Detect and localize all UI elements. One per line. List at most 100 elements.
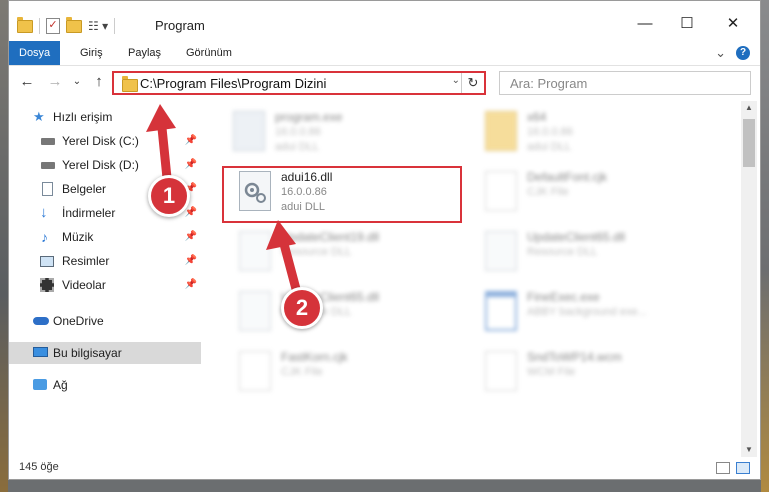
sidebar-item-disk-d[interactable]: Yerel Disk (D:) 📌 bbox=[9, 154, 201, 176]
pin-icon[interactable]: 📌 bbox=[185, 226, 197, 248]
up-button[interactable]: ↑ bbox=[89, 72, 109, 92]
search-placeholder[interactable]: Ara: Program bbox=[510, 76, 587, 91]
drive-icon bbox=[41, 138, 55, 145]
sidebar-item-disk-c[interactable]: Yerel Disk (C:) 📌 bbox=[9, 130, 201, 152]
refresh-button[interactable]: ↻ bbox=[461, 73, 484, 93]
list-item[interactable]: FastKorn.cjk CJK File bbox=[233, 345, 473, 397]
file-icon bbox=[239, 351, 271, 391]
details-view-button[interactable] bbox=[716, 462, 730, 474]
forward-button[interactable]: → bbox=[45, 72, 65, 92]
scroll-up-button[interactable]: ▲ bbox=[741, 101, 757, 115]
toolbar-divider bbox=[39, 18, 40, 34]
pin-icon[interactable]: 📌 bbox=[185, 274, 197, 296]
ribbon-expand-button[interactable]: ⌄ bbox=[715, 45, 726, 61]
pin-icon[interactable]: 📌 bbox=[185, 154, 197, 176]
file-name: DefaultFont.cjk bbox=[527, 170, 608, 184]
desktop-background-right bbox=[761, 0, 769, 492]
back-button[interactable]: ← bbox=[17, 72, 37, 92]
scroll-down-button[interactable]: ▼ bbox=[741, 443, 757, 457]
file-name: UpdateClient65.dll bbox=[527, 230, 626, 244]
star-icon: ★ bbox=[33, 109, 45, 124]
list-item[interactable]: UpdateClient65.dll Resource DLL bbox=[479, 225, 719, 277]
maximize-button[interactable]: ☐ bbox=[673, 13, 701, 35]
pin-icon[interactable]: 📌 bbox=[185, 130, 197, 152]
sidebar-item-music[interactable]: ♪ Müzik 📌 bbox=[9, 226, 201, 248]
download-icon: ↓ bbox=[40, 204, 48, 221]
file-name: SndToWP14.wcm bbox=[527, 350, 622, 364]
dll-gear-icon bbox=[239, 231, 271, 271]
file-description: adui DLL bbox=[275, 141, 320, 153]
file-description: adui DLL bbox=[527, 141, 572, 153]
document-icon bbox=[42, 182, 53, 196]
list-item[interactable]: DefaultFont.cjk CJK File bbox=[479, 165, 719, 217]
file-description: ABBY background exe... bbox=[527, 306, 647, 318]
search-box[interactable]: Ara: Program bbox=[499, 71, 751, 95]
file-type: Resource DLL bbox=[527, 246, 598, 258]
file-type: CJK File bbox=[527, 186, 569, 198]
navigation-pane: ★ Hızlı erişim Yerel Disk (C:) 📌 Yerel D… bbox=[9, 101, 201, 451]
tab-giris[interactable]: Giriş bbox=[80, 41, 103, 65]
sidebar-item-label: Hızlı erişim bbox=[53, 110, 113, 124]
sidebar-item-label: OneDrive bbox=[53, 314, 104, 328]
dll-gear-icon bbox=[239, 291, 271, 331]
network-icon bbox=[33, 379, 47, 390]
file-type: CJK File bbox=[281, 366, 323, 378]
sidebar-item-quick-access[interactable]: ★ Hızlı erişim bbox=[9, 106, 201, 128]
step-1-badge: 1 bbox=[148, 175, 190, 217]
sidebar-item-label: İndirmeler bbox=[62, 206, 116, 220]
sidebar-item-onedrive[interactable]: OneDrive bbox=[9, 310, 201, 332]
desktop-background-left bbox=[0, 0, 8, 492]
new-folder-icon[interactable] bbox=[66, 16, 82, 33]
tab-paylas[interactable]: Paylaş bbox=[128, 41, 161, 65]
sidebar-item-label: Yerel Disk (C:) bbox=[62, 134, 139, 148]
file-type: WCM File bbox=[527, 366, 576, 378]
tab-dosya[interactable]: Dosya bbox=[9, 41, 61, 65]
pin-icon[interactable]: 📌 bbox=[185, 250, 197, 272]
properties-icon[interactable]: ✓ bbox=[46, 18, 60, 34]
address-bar[interactable]: C:\Program Files\Program Dizini ⌄ ↻ bbox=[112, 71, 486, 95]
toolbar-divider bbox=[114, 18, 116, 34]
video-icon bbox=[40, 278, 54, 292]
step-2-badge: 2 bbox=[281, 287, 323, 329]
file-highlight-box bbox=[222, 166, 462, 223]
list-item[interactable]: FineExec.exe ABBY background exe... bbox=[479, 285, 719, 337]
tab-gorunum[interactable]: Görünüm bbox=[186, 41, 232, 65]
exe-icon bbox=[233, 111, 265, 151]
recent-locations-button[interactable]: ⌄ bbox=[67, 72, 87, 92]
minimize-button[interactable]: — bbox=[631, 13, 659, 35]
sidebar-item-label: Müzik bbox=[62, 230, 94, 244]
customize-toolbar-icon[interactable]: ☷ ▾ bbox=[88, 19, 108, 33]
status-bar: 145 öğe bbox=[9, 457, 760, 479]
list-item[interactable]: SndToWP14.wcm WCM File bbox=[479, 345, 719, 397]
sidebar-item-this-pc[interactable]: Bu bilgisayar bbox=[9, 342, 201, 364]
ribbon: Dosya Giriş Paylaş Görünüm ⌄ ? bbox=[9, 41, 760, 66]
list-item[interactable]: UpdateClient65.dll Resource DLL bbox=[233, 285, 473, 337]
file-name: program.exe bbox=[275, 110, 343, 124]
list-item[interactable]: x64 16.0.0.86 adui DLL bbox=[479, 105, 719, 157]
file-icon bbox=[485, 171, 517, 211]
sidebar-item-network[interactable]: Ağ bbox=[9, 374, 201, 396]
view-switcher bbox=[716, 462, 750, 474]
close-button[interactable]: ✕ bbox=[719, 13, 747, 35]
drive-icon bbox=[41, 162, 55, 169]
sidebar-item-pictures[interactable]: Resimler 📌 bbox=[9, 250, 201, 272]
vertical-scrollbar[interactable]: ▲ ▼ bbox=[741, 101, 757, 457]
sidebar-item-label: Bu bilgisayar bbox=[53, 346, 122, 360]
address-dropdown-button[interactable]: ⌄ bbox=[452, 75, 460, 86]
item-count: 145 öğe bbox=[19, 461, 59, 473]
address-path[interactable]: C:\Program Files\Program Dizini bbox=[140, 76, 326, 91]
ribbon-controls: ⌄ ? bbox=[715, 45, 750, 61]
scroll-thumb[interactable] bbox=[743, 119, 755, 167]
file-version: 16.0.0.86 bbox=[275, 126, 321, 138]
list-item[interactable]: program.exe 16.0.0.86 adui DLL bbox=[227, 105, 467, 157]
large-icons-view-button[interactable] bbox=[736, 462, 750, 474]
quick-access-toolbar: ✓ ☷ ▾ bbox=[17, 16, 116, 36]
sidebar-item-videos[interactable]: Videolar 📌 bbox=[9, 274, 201, 296]
cloud-icon bbox=[33, 317, 49, 325]
help-button[interactable]: ? bbox=[736, 46, 750, 60]
file-name: FastKorn.cjk bbox=[281, 350, 348, 364]
sidebar-item-label: Resimler bbox=[62, 254, 110, 268]
list-item[interactable]: UpdateClient19.dll Resource DLL bbox=[233, 225, 473, 277]
file-name: UpdateClient19.dll bbox=[281, 230, 380, 244]
computer-icon bbox=[33, 347, 48, 357]
